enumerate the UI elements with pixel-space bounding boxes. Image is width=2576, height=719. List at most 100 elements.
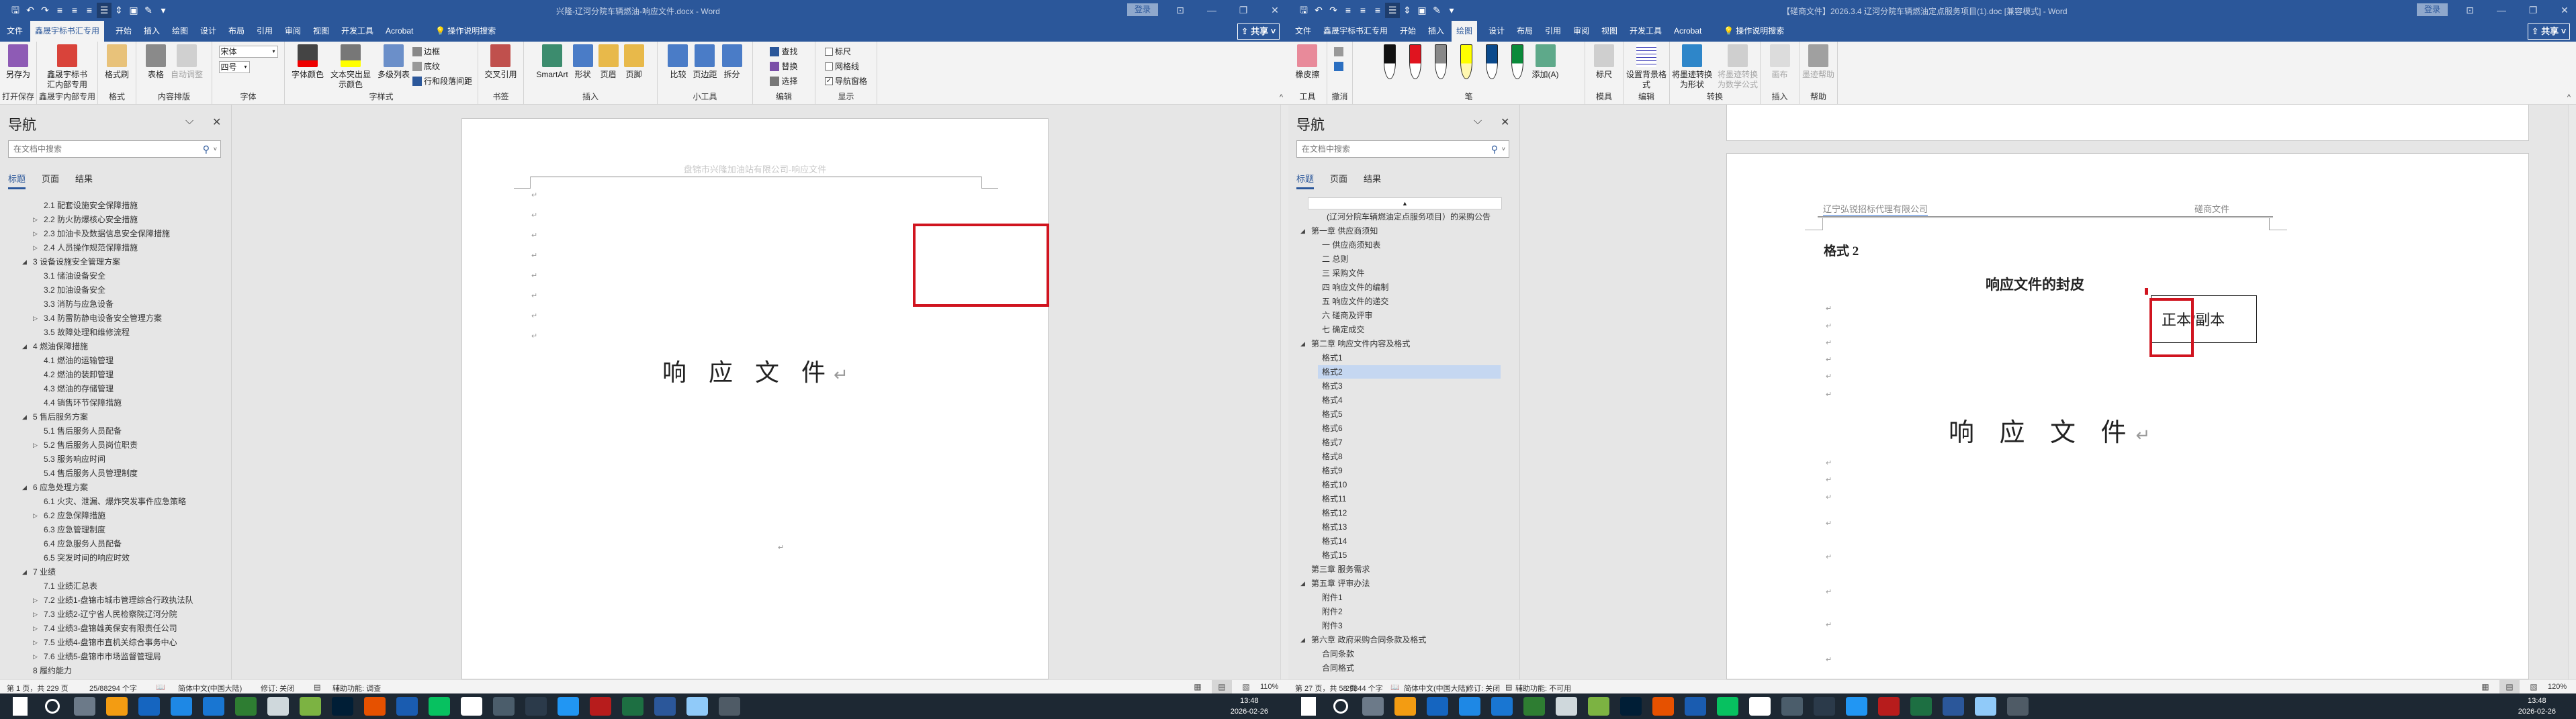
macro-icon[interactable]: ▤ (314, 683, 320, 691)
save-pdf-icon[interactable]: ▣ (1415, 3, 1429, 18)
expanded-triangle-icon[interactable]: ◢ (22, 410, 27, 424)
collapsed-triangle-icon[interactable]: ▷ (33, 227, 38, 240)
nav-close-icon[interactable]: ✕ (1501, 115, 1509, 129)
word-count[interactable]: 25/88294 个字 (89, 683, 137, 693)
pen-tool-app-icon[interactable] (267, 697, 289, 716)
button-查找[interactable]: 查找 (770, 46, 798, 57)
collapsed-triangle-icon[interactable]: ▷ (33, 213, 38, 226)
align-left-icon[interactable]: ≡ (52, 3, 67, 18)
collapsed-triangle-icon[interactable]: ▷ (33, 622, 38, 635)
nav-heading-item[interactable]: ▷ 7.5 业绩4-盘锦市直机关综合事务中心 (33, 636, 177, 649)
button-字体颜色[interactable]: 字体颜色 (290, 44, 325, 80)
button-自动调整[interactable]: 自动调整 (169, 44, 204, 80)
nav-heading-item[interactable]: 附件2 (1322, 605, 1343, 618)
nav-heading-item[interactable]: 3.2 加油设备安全 (44, 283, 105, 297)
button-pen-green[interactable] (1505, 44, 1529, 82)
tab-9[interactable]: 视图 (1597, 21, 1622, 42)
print-layout-icon[interactable]: ▤ (1212, 680, 1232, 693)
checkbox[interactable] (824, 62, 833, 70)
xmind-icon[interactable] (1814, 697, 1835, 716)
nav-heading-item[interactable]: ▷ 2.4 人员操作规范保障措施 (33, 241, 138, 254)
dew-app-icon[interactable] (1685, 697, 1706, 716)
tab-7[interactable]: 引用 (1540, 21, 1566, 42)
align-center-icon[interactable]: ≡ (67, 3, 82, 18)
customize-icon[interactable]: ▾ (156, 3, 171, 18)
button-设置背景格式[interactable]: 设置背景格式 (1624, 44, 1669, 90)
button-标尺[interactable]: 标尺 (1592, 44, 1616, 80)
language[interactable]: 简体中文(中国大陆) (1404, 683, 1468, 693)
proofing-icon[interactable]: 📖 (156, 683, 165, 691)
nav-heading-item[interactable]: 格式2 (1318, 365, 1501, 379)
vertical-scrollbar[interactable] (2568, 105, 2576, 679)
collapsed-triangle-icon[interactable]: ▷ (33, 593, 38, 607)
customize-icon[interactable]: ▾ (1444, 3, 1459, 18)
excel-icon[interactable] (622, 697, 643, 716)
tab-10[interactable]: 开发工具 (337, 21, 378, 42)
dots-app-icon[interactable] (1427, 697, 1448, 716)
align-right-icon[interactable]: ≡ (1370, 3, 1385, 18)
button-画布[interactable]: 画布 (1768, 44, 1792, 80)
button-比较[interactable]: 比较 (666, 44, 690, 80)
nav-heading-item[interactable]: ▷ 7.2 业绩1-盘锦市城市管理综合行政执法队 (33, 593, 193, 607)
nav-heading-item[interactable]: 合同格式 (1322, 661, 1354, 675)
button-标尺[interactable]: 标尺 (824, 46, 867, 57)
button-鑫晟宇标书汇内部专用[interactable]: 鑫晟宇标书汇内部专用 (43, 44, 91, 90)
button-形状[interactable]: 形状 (571, 44, 595, 80)
button-pencil-gray[interactable] (1429, 44, 1453, 82)
minimize-icon[interactable]: — (2491, 3, 2512, 17)
print-layout-icon[interactable]: ▤ (2499, 680, 2520, 693)
align-center-icon[interactable]: ≡ (1356, 3, 1370, 18)
nav-heading-item[interactable]: 格式8 (1322, 450, 1343, 463)
nav-heading-item[interactable]: ◢ 3 设备设施安全管理方案 (22, 255, 120, 269)
button-页边距[interactable]: 页边距 (691, 44, 718, 80)
nav-search-input[interactable]: 在文档中搜索 ⚲ ˅ (8, 140, 221, 158)
nav-heading-item[interactable]: 格式13 (1322, 520, 1347, 534)
tab-3[interactable]: 插入 (139, 21, 165, 42)
language[interactable]: 简体中文(中国大陆) (178, 683, 242, 693)
tab-0[interactable]: 文件 (1290, 21, 1316, 42)
nav-heading-item[interactable]: 格式7 (1322, 436, 1343, 449)
nav-tab-2[interactable]: 结果 (75, 172, 93, 189)
notes-app-icon[interactable] (1975, 697, 1996, 716)
button-边框[interactable]: 边框 (412, 46, 472, 57)
nav-close-icon[interactable]: ✕ (212, 115, 221, 129)
font-size-select[interactable]: 四号 ▾ (218, 61, 250, 73)
feather-app-icon[interactable] (1523, 697, 1545, 716)
nav-tab-1[interactable]: 页面 (42, 172, 59, 189)
button-highlighter-yellow[interactable] (1454, 44, 1478, 82)
button-SmartArt[interactable]: SmartArt (535, 44, 569, 80)
button-添加(A)[interactable]: 添加(A) (1531, 44, 1560, 80)
nav-heading-item[interactable]: 格式9 (1322, 464, 1343, 477)
nav-heading-item[interactable]: ◢ 第一章 供应商须知 (1300, 224, 1378, 238)
nav-heading-item[interactable]: 5.3 服务响应时间 (44, 452, 105, 466)
tab-2[interactable]: 开始 (111, 21, 136, 42)
collapsed-triangle-icon[interactable]: ▷ (33, 509, 38, 522)
windows-start-icon[interactable] (13, 697, 28, 716)
tencent-docs-icon[interactable] (1459, 697, 1480, 716)
notes-app-icon[interactable] (686, 697, 708, 716)
macro-icon[interactable]: ▤ (1505, 683, 1512, 691)
chevron-down-icon[interactable]: ˅ (214, 141, 217, 157)
nav-heading-item[interactable]: ▷ 7.4 业绩3-盘锦雄英保安有限责任公司 (33, 622, 177, 635)
search-icon[interactable] (1333, 699, 1348, 714)
nav-heading-item[interactable]: 四 响应文件的编制 (1322, 281, 1388, 294)
windows-start-icon[interactable] (1301, 697, 1316, 716)
button-替换[interactable]: 替换 (770, 60, 798, 72)
acrobat-icon[interactable] (1878, 697, 1900, 716)
collapsed-triangle-icon[interactable]: ▷ (33, 438, 38, 452)
nav-heading-item[interactable]: 7.1 业绩汇总表 (44, 579, 97, 593)
accessibility[interactable]: 辅助功能: 不可用 (1515, 683, 1571, 693)
nav-heading-item[interactable]: 格式14 (1322, 534, 1347, 548)
share-button[interactable]: ⇪ 共享 ˅ (1237, 23, 1280, 40)
quark-icon[interactable] (558, 697, 579, 716)
button-底纹[interactable]: 底纹 (412, 60, 472, 72)
close-icon[interactable]: ✕ (2555, 3, 2575, 17)
button-橡皮擦[interactable]: 橡皮擦 (1294, 44, 1321, 80)
page-count[interactable]: 第 1 页，共 229 页 (7, 683, 69, 693)
collapsed-triangle-icon[interactable]: ▷ (33, 311, 38, 325)
tencent-docs-icon[interactable] (171, 697, 192, 716)
nav-heading-item[interactable]: 附件3 (1322, 619, 1343, 632)
nav-heading-item[interactable]: 格式4 (1322, 393, 1343, 407)
qq-icon[interactable] (461, 697, 482, 716)
tab-11[interactable]: Acrobat (381, 21, 418, 42)
